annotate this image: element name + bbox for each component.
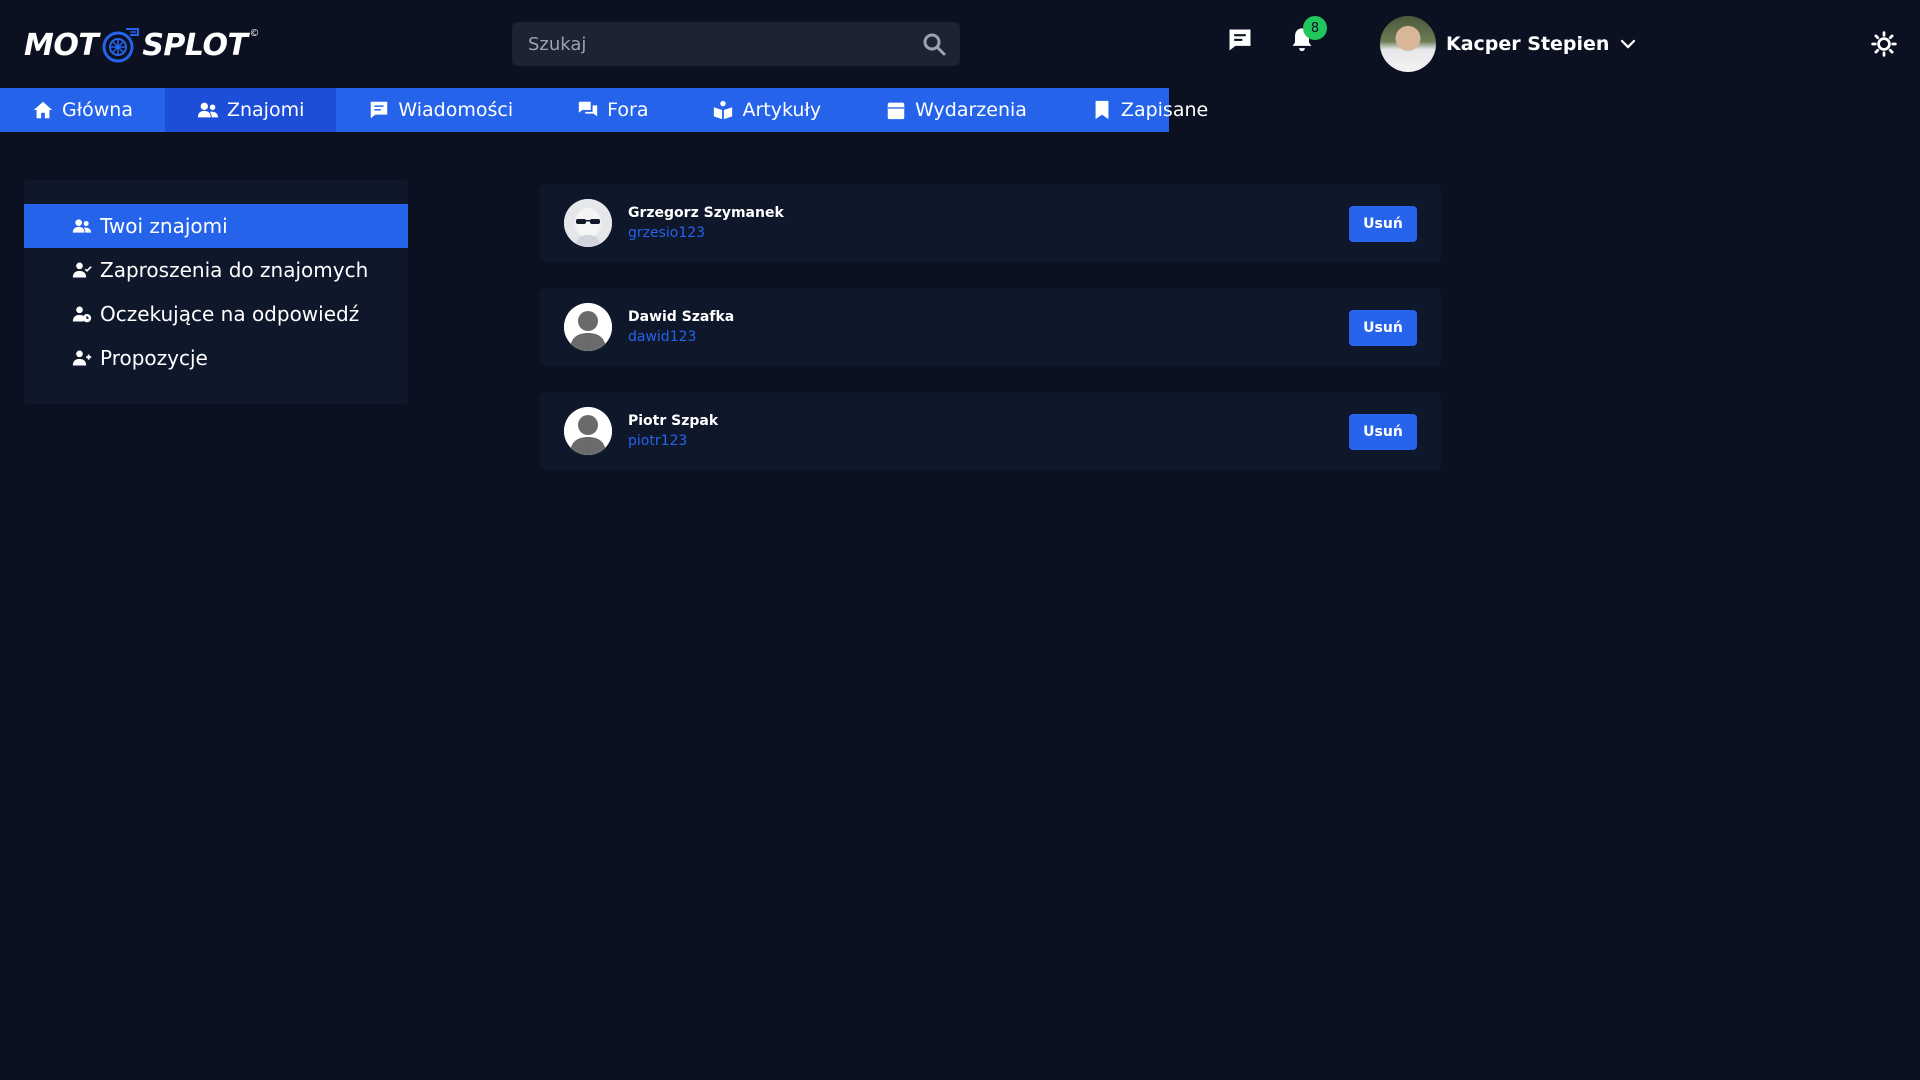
logo-copyright-mark: © bbox=[249, 27, 260, 39]
search-icon[interactable] bbox=[922, 32, 946, 56]
list-item: Piotr Szpak piotr123 Usuń bbox=[540, 392, 1441, 470]
friend-name[interactable]: Grzegorz Szymanek bbox=[628, 205, 784, 221]
sidebar-item-label: Zaproszenia do znajomych bbox=[100, 258, 369, 282]
nav-item-label: Znajomi bbox=[226, 99, 305, 121]
avatar[interactable] bbox=[564, 303, 612, 351]
sunglasses-avatar-icon bbox=[564, 199, 612, 247]
avatar bbox=[1380, 16, 1436, 72]
nav-item-forums[interactable]: Fora bbox=[545, 88, 680, 132]
user-name: Kacper Stepien bbox=[1446, 33, 1610, 55]
sidebar-item-label: Propozycje bbox=[100, 346, 208, 370]
default-avatar-icon bbox=[564, 407, 612, 455]
sidebar-item-suggestions[interactable]: Propozycje bbox=[24, 336, 408, 380]
nav-item-label: Wydarzenia bbox=[915, 99, 1027, 121]
nav-item-saved[interactable]: Zapisane bbox=[1059, 88, 1240, 132]
default-avatar-icon bbox=[564, 303, 612, 351]
main-navigation: Główna Znajomi Wiadomości Fora Artykuły … bbox=[0, 88, 1208, 132]
remove-friend-button[interactable]: Usuń bbox=[1349, 206, 1417, 242]
sidebar-item-pending[interactable]: Oczekujące na odpowiedź bbox=[24, 292, 408, 336]
chat-icon bbox=[1229, 29, 1251, 51]
app-logo[interactable]: MOT SPLOT © bbox=[24, 24, 259, 66]
sidebar-item-label: Twoi znajomi bbox=[100, 214, 228, 238]
nav-item-label: Artykuły bbox=[742, 99, 822, 121]
sidebar-item-invitations[interactable]: Zaproszenia do znajomych bbox=[24, 248, 408, 292]
calendar-icon bbox=[887, 102, 905, 120]
message-icon bbox=[371, 101, 388, 119]
chevron-down-icon bbox=[1621, 39, 1636, 49]
friend-name[interactable]: Piotr Szpak bbox=[628, 413, 718, 429]
sidebar-item-your-friends[interactable]: Twoi znajomi bbox=[24, 204, 408, 248]
forum-icon bbox=[578, 101, 598, 117]
users-icon bbox=[72, 219, 92, 233]
remove-friend-button[interactable]: Usuń bbox=[1349, 414, 1417, 450]
friends-list: Grzegorz Szymanek grzesio123 Usuń Dawid … bbox=[540, 184, 1441, 496]
friend-username[interactable]: dawid123 bbox=[628, 329, 696, 345]
nav-item-label: Wiadomości bbox=[398, 99, 514, 121]
theme-toggle-button[interactable] bbox=[1866, 26, 1902, 62]
avatar[interactable] bbox=[564, 199, 612, 247]
sun-icon bbox=[1871, 31, 1897, 57]
nav-item-events[interactable]: Wydarzenia bbox=[853, 88, 1059, 132]
list-item: Grzegorz Szymanek grzesio123 Usuń bbox=[540, 184, 1441, 262]
friend-username[interactable]: grzesio123 bbox=[628, 225, 705, 241]
logo-text-right: SPLOT bbox=[142, 27, 248, 63]
messages-button[interactable] bbox=[1222, 22, 1258, 58]
notification-count-badge: 8 bbox=[1303, 16, 1327, 40]
friends-sidebar: Twoi znajomi Zaproszenia do znajomych Oc… bbox=[24, 180, 408, 404]
search-bar bbox=[512, 22, 960, 66]
bookmark-icon bbox=[1095, 100, 1109, 120]
home-icon bbox=[33, 101, 53, 119]
list-item: Dawid Szafka dawid123 Usuń bbox=[540, 288, 1441, 366]
turbo-logo-icon bbox=[102, 28, 140, 63]
friend-username[interactable]: piotr123 bbox=[628, 433, 687, 449]
sidebar-item-label: Oczekujące na odpowiedź bbox=[100, 302, 360, 326]
nav-item-messages[interactable]: Wiadomości bbox=[336, 88, 545, 132]
nav-item-label: Zapisane bbox=[1120, 99, 1209, 121]
nav-item-label: Fora bbox=[607, 99, 649, 121]
nav-item-label: Główna bbox=[62, 99, 133, 121]
user-menu[interactable]: Kacper Stepien bbox=[1380, 16, 1637, 72]
logo-text-left: MOT bbox=[24, 27, 99, 63]
articles-icon bbox=[714, 100, 733, 120]
top-header: MOT SPLOT © 8 Kac bbox=[0, 0, 1920, 88]
user-plus-icon bbox=[72, 350, 92, 366]
user-check-icon bbox=[72, 262, 92, 278]
avatar[interactable] bbox=[564, 407, 612, 455]
nav-item-articles[interactable]: Artykuły bbox=[680, 88, 853, 132]
users-icon bbox=[197, 102, 219, 118]
friend-name[interactable]: Dawid Szafka bbox=[628, 309, 734, 325]
remove-friend-button[interactable]: Usuń bbox=[1349, 310, 1417, 346]
user-clock-icon bbox=[72, 306, 92, 323]
nav-item-home[interactable]: Główna bbox=[0, 88, 165, 132]
search-input[interactable] bbox=[512, 22, 960, 66]
nav-item-friends[interactable]: Znajomi bbox=[164, 88, 337, 132]
